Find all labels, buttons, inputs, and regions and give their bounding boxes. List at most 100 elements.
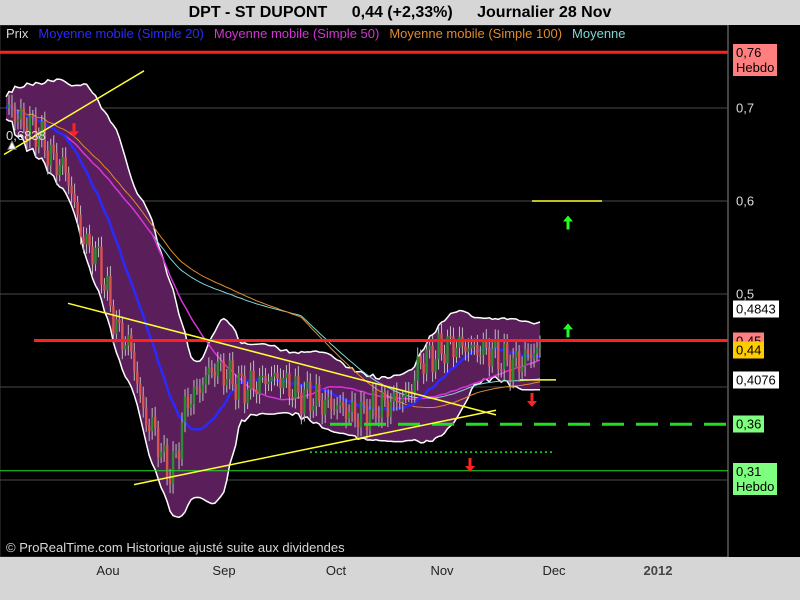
candle-body [312,405,315,411]
legend-item: Moyenne mobile (Simple 50) [213,26,380,41]
x-axis-panel: Aou Sep Oct Nov Dec 2012 [0,557,800,600]
candle-body [315,384,318,406]
candle-body [428,345,431,350]
candle-body [195,387,199,390]
candle-body [338,402,342,406]
candle-body [10,104,14,109]
candle-body [49,144,52,166]
candle-body [267,381,270,385]
candle-body [177,451,181,460]
candle-body [511,357,515,381]
candle-body [488,347,491,367]
candle-body [332,408,336,411]
candle-body [240,373,243,376]
arrow-down-1 [72,123,76,132]
candle-body [431,345,434,373]
candle-body [398,401,401,403]
legend-item: Moyenne mobile (Simple 100) [389,26,563,41]
candle-body [70,185,73,194]
candle-body [538,345,542,348]
candle-body [505,343,509,361]
candle-body [353,401,357,421]
legend: Prix Moyenne mobile (Simple 20) Moyenne mo… [6,26,728,41]
candle-body [171,451,175,485]
candle-body [500,369,503,371]
candle-body [371,390,375,410]
candle-body [186,396,190,408]
candle-body [514,350,518,358]
candle-body [467,348,470,352]
candle-body [479,355,482,357]
candle-body [383,392,387,401]
candle-body [503,343,506,370]
y-tick-label: 0,6 [736,193,755,209]
candle-body [350,401,354,412]
candle-body [61,157,64,166]
candle-body [458,336,461,348]
copyright-notice: © ProRealTime.com Historique ajusté suit… [6,540,345,555]
candle-body [374,390,378,417]
candle-body [252,370,255,390]
candle-body [425,349,428,374]
candle-body [201,384,205,393]
candle-body [347,411,351,419]
arrow-up-2-head [563,323,573,330]
candle-body [225,379,228,386]
candle-body [321,400,324,415]
candle-body [413,380,416,395]
candle-body [422,363,425,374]
candle-body [440,333,443,354]
candle-body [264,375,267,385]
candle-body [55,152,58,175]
candle-body [335,405,339,410]
legend-item: Moyenne mobile (Simple 20) [38,26,204,41]
candle-body [255,389,258,395]
candle-body [285,373,288,378]
candle-body [443,353,446,364]
candle-body [31,115,35,118]
x-tick-label: Nov [430,563,454,578]
candle-body [318,384,321,401]
candle-body [416,356,419,381]
candle-body [324,399,327,415]
candle-body [228,360,231,380]
candle-body [377,416,381,419]
candle-body [189,404,193,408]
candle-body [91,246,94,265]
price-tag: 0,4843 [733,300,779,318]
price-chart[interactable] [0,25,800,557]
candle-body [97,246,100,249]
candle-body [300,392,303,415]
candle-body [249,370,252,390]
candle-body [368,409,372,431]
candle-body [231,360,234,385]
candle-body [508,360,512,381]
candle-body [106,276,109,291]
candle-body [222,361,225,386]
price-tag: 0,44 [733,341,765,359]
candle-body [526,349,530,354]
x-tick-label: 2012 [643,563,673,578]
candle-body [180,422,184,460]
candle-body [67,172,70,186]
x-tick-label: Aou [96,563,120,578]
candle-body [13,108,17,122]
candle-body [395,392,399,402]
candle-body [7,104,11,108]
candle-body [156,427,160,458]
candle-body [261,375,264,378]
candle-body [79,214,82,237]
price-tag: 0,36 [733,415,765,433]
candle-body [136,371,139,384]
candle-body [532,353,536,359]
candle-body [118,319,121,324]
candle-body [145,407,148,426]
start-price-label: 0,6838 [6,128,46,143]
candle-body [356,420,360,428]
candle-body [535,347,539,354]
candle-body [359,401,363,428]
candle-body [234,384,237,400]
chart-title-bar: DPT - ST DUPONT 0,44 (+2,33%) Journalier… [0,0,800,25]
candle-body [380,392,384,419]
candle-body [115,319,118,335]
